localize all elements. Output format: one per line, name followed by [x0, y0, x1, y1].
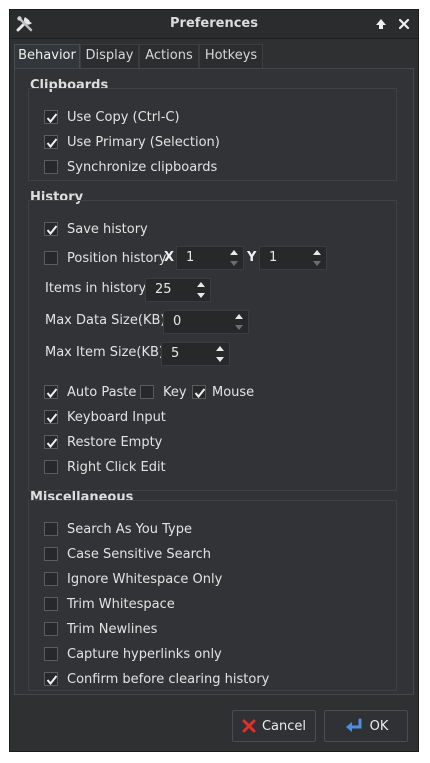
tab-display[interactable]: Display	[80, 44, 139, 68]
spin-down-icon[interactable]	[214, 354, 226, 365]
position-history-label: Position history	[67, 250, 167, 266]
auto-paste-label: Auto Paste	[67, 384, 137, 400]
blue-return-arrow-icon	[345, 718, 362, 732]
cancel-button-label: Cancel	[261, 718, 307, 734]
ok-button[interactable]: OK	[324, 710, 408, 742]
confirm-clear-history-label: Confirm before clearing history	[67, 671, 270, 687]
search-as-you-type-checkbox[interactable]: Search As You Type	[44, 520, 192, 538]
max-data-size-label: Max Data Size(KB)	[45, 313, 166, 328]
spin-down-icon[interactable]	[311, 258, 323, 269]
trim-newlines-label: Trim Newlines	[67, 621, 158, 637]
position-y-value: 1	[269, 250, 278, 265]
restore-empty-label: Restore Empty	[67, 434, 163, 450]
right-click-edit-checkbox[interactable]: Right Click Edit	[44, 458, 166, 476]
preferences-window: Preferences Behavior Display Actions Hot…	[9, 9, 419, 752]
use-primary-checkbox[interactable]: Use Primary (Selection)	[44, 133, 220, 151]
trim-whitespace-checkbox[interactable]: Trim Whitespace	[44, 595, 175, 613]
max-item-size-value: 5	[171, 346, 180, 361]
check-icon	[46, 675, 58, 686]
check-icon	[46, 413, 58, 424]
save-history-label: Save history	[67, 221, 148, 237]
items-in-history-label: Items in history	[45, 281, 147, 296]
trim-newlines-checkbox[interactable]: Trim Newlines	[44, 620, 157, 638]
ok-button-label: OK	[369, 718, 389, 734]
position-x-spinbox[interactable]: 1	[176, 246, 244, 270]
case-sensitive-search-checkbox[interactable]: Case Sensitive Search	[44, 545, 211, 563]
spin-down-icon[interactable]	[233, 322, 245, 333]
cancel-button[interactable]: Cancel	[232, 710, 316, 742]
check-icon	[46, 113, 58, 124]
use-copy-checkbox[interactable]: Use Copy (Ctrl-C)	[44, 108, 180, 126]
use-copy-label: Use Copy (Ctrl-C)	[67, 109, 180, 125]
title-bar[interactable]: Preferences	[10, 10, 418, 39]
position-y-label: Y	[247, 250, 257, 265]
tab-behavior[interactable]: Behavior	[14, 44, 80, 69]
right-click-edit-label: Right Click Edit	[67, 459, 166, 475]
synchronize-clipboards-checkbox[interactable]: Synchronize clipboards	[44, 158, 217, 176]
auto-paste-checkbox[interactable]: Auto Paste	[44, 383, 136, 401]
keyboard-input-checkbox[interactable]: Keyboard Input	[44, 408, 166, 426]
items-in-history-spinbox[interactable]: 25	[145, 278, 211, 302]
check-icon	[46, 388, 58, 399]
spin-up-icon[interactable]	[214, 343, 226, 354]
spin-up-icon[interactable]	[233, 311, 245, 322]
position-x-label: X	[164, 250, 175, 265]
case-sensitive-search-label: Case Sensitive Search	[67, 546, 212, 562]
position-history-checkbox[interactable]: Position history	[44, 249, 166, 267]
check-icon	[46, 225, 58, 236]
spin-up-icon[interactable]	[228, 247, 240, 258]
close-icon[interactable]	[394, 14, 414, 34]
save-history-checkbox[interactable]: Save history	[44, 220, 148, 238]
max-item-size-label: Max Item Size(KB)	[45, 345, 165, 360]
key-label: Key	[163, 384, 187, 400]
tab-actions[interactable]: Actions	[139, 44, 199, 68]
ignore-whitespace-only-label: Ignore Whitespace Only	[67, 571, 223, 587]
search-as-you-type-label: Search As You Type	[67, 521, 192, 537]
window-title: Preferences	[170, 16, 258, 31]
spin-down-icon[interactable]	[228, 258, 240, 269]
check-icon	[46, 138, 58, 149]
keyboard-input-label: Keyboard Input	[67, 409, 166, 425]
mouse-label: Mouse	[212, 384, 255, 400]
restore-empty-checkbox[interactable]: Restore Empty	[44, 433, 162, 451]
position-x-value: 1	[186, 250, 195, 265]
max-data-size-spinbox[interactable]: 0	[163, 310, 249, 334]
capture-hyperlinks-only-checkbox[interactable]: Capture hyperlinks only	[44, 645, 222, 663]
trim-whitespace-label: Trim Whitespace	[67, 596, 175, 612]
max-data-size-value: 0	[173, 314, 182, 329]
spin-up-icon[interactable]	[195, 279, 207, 290]
synchronize-clipboards-label: Synchronize clipboards	[67, 159, 218, 175]
confirm-clear-history-checkbox[interactable]: Confirm before clearing history	[44, 670, 269, 688]
keep-above-icon[interactable]	[371, 14, 391, 34]
max-item-size-spinbox[interactable]: 5	[161, 342, 230, 366]
items-in-history-value: 25	[155, 282, 172, 297]
key-checkbox[interactable]: Key	[140, 383, 187, 401]
capture-hyperlinks-only-label: Capture hyperlinks only	[67, 646, 222, 662]
mouse-checkbox[interactable]: Mouse	[192, 383, 254, 401]
check-icon	[194, 388, 206, 399]
tab-hotkeys[interactable]: Hotkeys	[199, 44, 263, 68]
red-x-icon	[242, 719, 256, 733]
position-y-spinbox[interactable]: 1	[259, 246, 327, 270]
check-icon	[46, 438, 58, 449]
use-primary-label: Use Primary (Selection)	[67, 134, 220, 150]
spin-down-icon[interactable]	[195, 290, 207, 301]
ignore-whitespace-only-checkbox[interactable]: Ignore Whitespace Only	[44, 570, 222, 588]
spin-up-icon[interactable]	[311, 247, 323, 258]
